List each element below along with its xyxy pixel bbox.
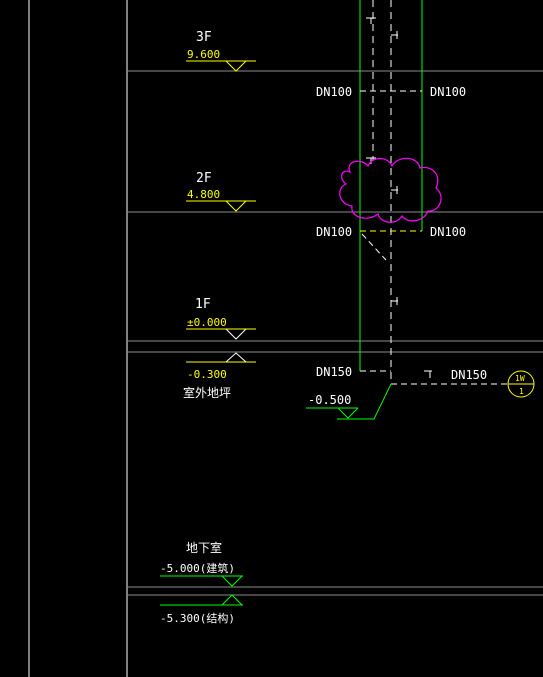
pipe-label-bottom-left: DN150 bbox=[316, 365, 352, 379]
basement-name: 地下室 bbox=[186, 540, 222, 555]
basement-elevation-struct: -5.300(结构) bbox=[160, 611, 235, 625]
invert-elevation: -0.500 bbox=[308, 393, 351, 407]
floor-elevation-1f: ±0.000 bbox=[187, 316, 227, 329]
floor-name-1f: 1F bbox=[195, 297, 211, 312]
revision-cloud bbox=[339, 157, 442, 223]
pipe-label-upper-left: DN100 bbox=[316, 85, 352, 99]
basement-elevation-arch: -5.000(建筑) bbox=[160, 561, 235, 575]
ground-label: 室外地坪 bbox=[183, 385, 231, 400]
drainage-system-diagram: 3F 9.600 2F 4.800 1F ±0.000 -0.300 室外地坪 … bbox=[28, 0, 543, 677]
branch-mid-diagonal bbox=[361, 233, 387, 261]
floor-elevation-2f: 4.800 bbox=[187, 188, 220, 201]
floor-name-3f: 3F bbox=[196, 30, 212, 45]
outlet-marker: 1W 1 bbox=[507, 370, 535, 398]
ground-elevation: -0.300 bbox=[187, 368, 227, 381]
outlet-marker-code: 1W bbox=[515, 374, 525, 383]
floor-name-2f: 2F bbox=[196, 171, 212, 186]
invert-marker bbox=[337, 407, 359, 419]
pipe-label-mid-right: DN100 bbox=[430, 225, 466, 239]
pipe-label-upper-right: DN100 bbox=[430, 85, 466, 99]
elevation-marker-1f bbox=[225, 328, 247, 340]
pipe-label-outlet: DN150 bbox=[451, 368, 487, 382]
pipe-label-mid-left: DN100 bbox=[316, 225, 352, 239]
floor-elevation-3f: 9.600 bbox=[187, 48, 220, 61]
elevation-marker-basement-arch bbox=[221, 575, 243, 587]
elevation-marker-ground bbox=[225, 352, 247, 363]
elevation-marker-3f bbox=[220, 60, 256, 72]
outlet-tick bbox=[424, 370, 432, 378]
elevation-marker-basement-struct bbox=[221, 594, 243, 606]
elevation-marker-2f bbox=[220, 200, 256, 212]
outlet-marker-number: 1 bbox=[519, 387, 524, 396]
